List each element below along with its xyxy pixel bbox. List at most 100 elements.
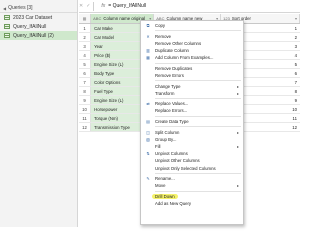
menu-item-unpivot-other-columns[interactable]: Unpivot Other Columns — [141, 157, 243, 164]
menu-item-remove[interactable]: ✕ Remove — [141, 33, 243, 40]
query-item[interactable]: Query_IfAllNull (2) — [0, 31, 77, 40]
menu-item-replace-values[interactable]: ⇄ Replace Values... — [141, 100, 243, 107]
menu-item-label: Remove — [155, 33, 172, 39]
copy-icon: ⧉ — [146, 23, 150, 29]
table-menu-icon[interactable]: ▦ — [79, 14, 92, 23]
menu-separator — [155, 115, 241, 117]
menu-item-label: Remove Duplicates — [155, 65, 193, 71]
submenu-arrow-icon: ▸ — [236, 129, 239, 135]
row-number[interactable]: 5 — [79, 60, 92, 68]
table-icon — [4, 24, 10, 29]
menu-item-remove-duplicates[interactable]: Remove Duplicates — [141, 65, 243, 72]
menu-item-fill[interactable]: Fill ▸ — [141, 143, 243, 150]
menu-separator — [155, 126, 241, 128]
table-icon — [4, 15, 10, 20]
submenu-arrow-icon: ▸ — [236, 183, 239, 189]
menu-item-label: Group By... — [155, 136, 177, 142]
submenu-arrow-icon: ▸ — [236, 83, 239, 89]
menu-item-label: Rename... — [155, 176, 175, 182]
menu-item-label: Unpivot Other Columns — [155, 158, 200, 164]
cancel-icon[interactable]: ✕ — [79, 3, 86, 9]
menu-item-drill-down[interactable]: Drill Down — [141, 193, 243, 200]
text-type-icon[interactable]: ABC — [93, 16, 101, 21]
menu-item-label: Split Column — [155, 129, 180, 135]
split-column-icon: ◫ — [146, 129, 150, 135]
menu-item-remove-other-columns[interactable]: Remove Other Columns — [141, 40, 243, 47]
submenu-arrow-icon: ▸ — [236, 90, 239, 96]
menu-item-unpivot-columns[interactable]: ⇅ Unpivot Columns — [141, 150, 243, 157]
menu-item-rename[interactable]: ✎ Rename... — [141, 175, 243, 182]
remove-icon: ✕ — [146, 33, 150, 39]
formula-divider — [93, 1, 95, 11]
submenu-arrow-icon: ▸ — [236, 143, 239, 149]
menu-separator — [155, 30, 241, 32]
add-column-icon: ▦ — [146, 55, 150, 61]
group-by-icon: ▧ — [146, 136, 150, 142]
menu-item-label: Remove Other Columns — [155, 40, 202, 46]
data-type-icon: ▤ — [146, 119, 150, 125]
menu-item-group-by[interactable]: ▧ Group By... — [141, 136, 243, 143]
table-icon — [4, 33, 10, 38]
row-number[interactable]: 4 — [79, 51, 92, 59]
row-number[interactable]: 9 — [79, 96, 92, 104]
menu-separator — [155, 80, 241, 82]
row-number[interactable]: 2 — [79, 33, 92, 41]
column-header-label: Column name original — [103, 16, 146, 21]
menu-item-replace-errors[interactable]: Replace Errors... — [141, 107, 243, 114]
query-item[interactable]: 2023 Car Dataset — [0, 13, 77, 22]
menu-separator — [155, 62, 241, 64]
menu-item-label: Remove Errors — [155, 72, 184, 78]
rename-icon: ✎ — [146, 176, 150, 182]
replace-values-icon: ⇄ — [146, 101, 150, 107]
menu-item-label: Copy — [155, 23, 166, 29]
menu-separator — [155, 190, 241, 192]
menu-item-label: Replace Values... — [155, 101, 189, 107]
row-number[interactable]: 1 — [79, 24, 92, 32]
menu-item-label: Move — [155, 183, 166, 189]
menu-item-move[interactable]: Move ▸ — [141, 182, 243, 189]
menu-separator — [155, 172, 241, 174]
formula-bar: ✕ ✓ fx = Query_IfAllNull — [79, 0, 300, 13]
queries-header[interactable]: ◀ Queries [3] — [0, 0, 77, 13]
menu-separator — [155, 98, 241, 99]
menu-item-transform[interactable]: Transform ▸ — [141, 90, 243, 97]
menu-item-change-type[interactable]: Change Type ▸ — [141, 82, 243, 89]
menu-item-add-as-new-query[interactable]: Add as New Query — [141, 200, 243, 207]
menu-item-label: Duplicate Column — [155, 48, 189, 54]
menu-item-label: Drill Down — [152, 193, 178, 199]
menu-item-unpivot-only-selected-columns[interactable]: Unpivot Only Selected Columns — [141, 164, 243, 171]
query-item-label: 2023 Car Dataset — [13, 14, 53, 21]
row-number[interactable]: 7 — [79, 78, 92, 86]
menu-item-label: Fill — [155, 143, 161, 149]
query-item[interactable]: Query_IfAllNull — [0, 22, 77, 31]
menu-item-label: Unpivot Only Selected Columns — [155, 165, 216, 171]
menu-item-duplicate-column[interactable]: ▥ Duplicate Column — [141, 47, 243, 54]
query-item-label: Query_IfAllNull (2) — [13, 32, 54, 39]
row-number[interactable]: 3 — [79, 42, 92, 50]
filter-dropdown-icon[interactable]: ▾ — [295, 16, 299, 21]
menu-item-remove-errors[interactable]: Remove Errors — [141, 72, 243, 79]
menu-item-label: Change Type — [155, 83, 181, 89]
queries-header-label: Queries [3] — [8, 5, 33, 11]
menu-item-create-data-type[interactable]: ▤ Create Data Type — [141, 118, 243, 125]
queries-pane: ◀ Queries [3] 2023 Car Dataset Query_IfAl… — [0, 0, 78, 227]
unpivot-icon: ⇅ — [146, 151, 150, 157]
menu-item-label: Transform — [155, 90, 175, 96]
menu-item-label: Replace Errors... — [155, 108, 188, 114]
query-list: 2023 Car Dataset Query_IfAllNull Query_IfA… — [0, 13, 77, 40]
menu-item-label: Add as New Query — [155, 201, 192, 207]
menu-item-label: Unpivot Columns — [155, 151, 188, 157]
menu-item-label: Add Column From Examples... — [155, 55, 214, 61]
formula-input[interactable]: = Query_IfAllNull — [108, 3, 146, 9]
row-number[interactable]: 6 — [79, 69, 92, 77]
row-number[interactable]: 11 — [79, 114, 92, 122]
menu-item-label: Create Data Type — [155, 119, 189, 125]
menu-item-copy[interactable]: ⧉ Copy — [141, 22, 243, 29]
row-number[interactable]: 12 — [79, 123, 92, 131]
collapse-chevron-icon[interactable]: ◀ — [3, 6, 6, 11]
menu-item-add-column-from-examples[interactable]: ▦ Add Column From Examples... — [141, 54, 243, 61]
confirm-icon[interactable]: ✓ — [86, 3, 93, 9]
menu-item-split-column[interactable]: ◫ Split Column ▸ — [141, 129, 243, 136]
row-number[interactable]: 10 — [79, 105, 92, 113]
row-number[interactable]: 8 — [79, 87, 92, 95]
